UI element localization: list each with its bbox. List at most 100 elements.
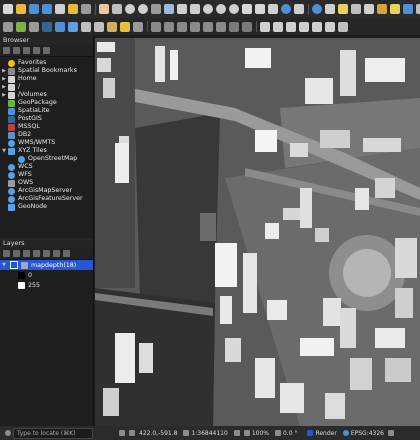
open-attribute-table-icon[interactable] [325,4,335,14]
zoom-rubber-icon[interactable] [151,4,161,14]
browser-item[interactable]: OWS [0,179,93,187]
zoom-native-icon[interactable] [203,4,213,14]
digitizing-icon[interactable] [107,21,117,32]
undo-icon[interactable] [229,21,239,32]
add-vector-icon[interactable] [16,21,26,32]
print-layout-icon[interactable] [55,4,65,14]
style-manager-icon[interactable] [81,4,91,14]
copy-features-icon[interactable] [203,21,213,32]
render-checkbox[interactable] [307,430,314,436]
refresh-browser-icon[interactable] [13,47,20,54]
zoom-in-icon[interactable] [125,4,135,14]
browser-item[interactable]: WFS [0,171,93,179]
refresh-icon[interactable] [281,4,291,14]
delete-selected-icon[interactable] [177,21,187,32]
identify-icon[interactable] [312,4,322,14]
zoom-selection-icon[interactable] [177,4,187,14]
browser-item[interactable]: ▶ / [0,83,93,91]
temporal-icon[interactable] [294,4,304,14]
pan-hand-icon[interactable] [99,4,109,14]
field-calculator-icon[interactable] [364,4,374,14]
select-features-icon[interactable] [338,4,348,14]
save-as-icon[interactable] [42,4,52,14]
browser-item[interactable]: WCS [0,163,93,171]
add-postgis-icon[interactable] [42,21,52,32]
zoom-next-icon[interactable] [229,4,239,14]
expand-arrow-icon[interactable]: ▼ [0,147,8,155]
add-selected-icon[interactable] [3,47,10,54]
filter-browser-icon[interactable] [23,47,30,54]
browser-item[interactable]: MSSQL [0,123,93,131]
add-feature-icon[interactable] [151,21,161,32]
redo-icon[interactable] [242,21,252,32]
browser-item[interactable]: SpatiaLite [0,107,93,115]
filter-legend-icon[interactable] [33,250,40,257]
magnifier-field[interactable]: 100% [252,430,269,437]
label-tool-icon[interactable] [260,21,270,32]
new-layer-icon[interactable] [94,21,104,32]
label-pin-icon[interactable] [273,21,283,32]
zoom-layer-icon[interactable] [190,4,200,14]
rotation-field[interactable]: 0.0 ° [283,430,297,437]
expand-arrow-icon[interactable]: ▶ [0,91,8,99]
browser-item[interactable]: GeoNode [0,203,93,211]
toggle-editing-icon[interactable] [120,21,130,32]
crs-icon[interactable] [342,430,349,436]
browser-item[interactable]: Favorites [0,59,93,67]
data-source-manager-icon[interactable] [3,21,13,32]
message-log-icon[interactable] [387,430,394,436]
cut-features-icon[interactable] [190,21,200,32]
statistics-icon[interactable] [377,4,387,14]
pan-to-selection-icon[interactable] [112,4,122,14]
browser-item[interactable]: ▶ /Volumes [0,91,93,99]
browser-item[interactable]: DB2 [0,131,93,139]
browser-item[interactable]: GeoPackage [0,99,93,107]
label-change-icon[interactable] [325,21,335,32]
add-spatialite-icon[interactable] [55,21,65,32]
lock-icon[interactable] [233,430,240,436]
zoom-out-icon[interactable] [138,4,148,14]
save-project-icon[interactable] [29,4,39,14]
expand-arrow-icon[interactable]: ▶ [0,75,8,83]
browser-item[interactable]: ▶ Home [0,75,93,83]
add-raster-icon[interactable] [29,21,39,32]
browser-item[interactable]: ArcGisMapServer [0,187,93,195]
browser-item[interactable]: WMS/WMTS [0,139,93,147]
layout-manager-icon[interactable] [68,4,78,14]
browser-item[interactable]: ArcGisFeatureServer [0,195,93,203]
zoom-full-icon[interactable] [164,4,174,14]
messages-icon[interactable] [119,430,125,436]
label-rotate-icon[interactable] [312,21,322,32]
expand-all-icon[interactable] [43,250,50,257]
browser-item[interactable]: ▼ XYZ Tiles [0,147,93,155]
open-project-icon[interactable] [16,4,26,14]
browser-item[interactable]: ▶ Spatial Bookmarks [0,67,93,75]
add-wms-icon[interactable] [68,21,78,32]
zoom-last-icon[interactable] [216,4,226,14]
vertex-tool-icon[interactable] [164,21,174,32]
layer-item-mapdepth[interactable]: ▼ mapdepth(18) [0,260,93,270]
expand-arrow-icon[interactable]: ▶ [0,67,8,75]
map-canvas[interactable] [95,38,420,426]
paste-features-icon[interactable] [216,21,226,32]
remove-layer-icon[interactable] [63,250,70,257]
locator-search-input[interactable]: Type to locate (⌘K) [13,427,93,439]
python-console-icon[interactable] [403,4,413,14]
collapse-all-layers-icon[interactable] [53,250,60,257]
new-project-icon[interactable] [3,4,13,14]
collapse-all-icon[interactable] [33,47,40,54]
expand-arrow-icon[interactable]: ▶ [0,83,8,91]
crs-field[interactable]: EPSG:4326 [351,430,384,437]
coordinate-readout[interactable]: 422.0,-591.8 [139,430,177,437]
map-tips-icon[interactable] [390,4,400,14]
bookmarks-icon[interactable] [268,4,278,14]
measure-icon[interactable] [351,4,361,14]
new-3d-view-icon[interactable] [255,4,265,14]
properties-icon[interactable] [43,47,50,54]
manage-map-themes-icon[interactable] [23,250,30,257]
browser-item[interactable]: PostGIS [0,115,93,123]
label-show-hide-icon[interactable] [286,21,296,32]
open-layer-styling-icon[interactable] [3,250,10,257]
add-group-icon[interactable] [13,250,20,257]
new-map-view-icon[interactable] [242,4,252,14]
